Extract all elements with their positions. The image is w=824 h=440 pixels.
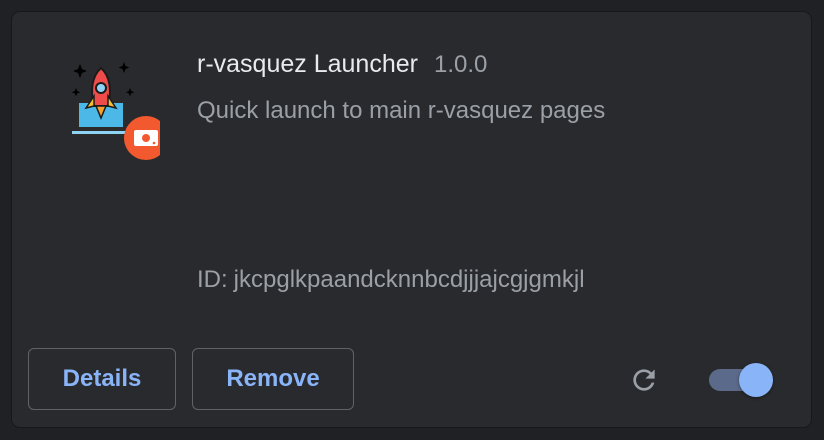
extension-card: r-vasquez Launcher 1.0.0 Quick launch to… — [12, 12, 811, 427]
extension-id: ID: jkcpglkpaandcknnbcdjjjajcgjgmkjl — [197, 266, 585, 294]
extension-name: r-vasquez Launcher — [197, 50, 418, 78]
extension-description: Quick launch to main r-vasquez pages — [197, 97, 606, 124]
extension-header: r-vasquez Launcher 1.0.0 — [197, 50, 487, 79]
enable-toggle[interactable] — [709, 363, 773, 397]
extension-id-label: ID: — [197, 266, 228, 293]
toggle-knob — [739, 363, 773, 397]
reload-icon[interactable] — [628, 364, 660, 396]
extension-version: 1.0.0 — [433, 51, 488, 78]
extension-id-value: jkcpglkpaandcknnbcdjjjajcgjgmkjl — [233, 266, 585, 293]
details-button[interactable]: Details — [28, 348, 176, 410]
remove-button[interactable]: Remove — [192, 348, 354, 410]
rocket-laptop-icon — [70, 58, 168, 162]
